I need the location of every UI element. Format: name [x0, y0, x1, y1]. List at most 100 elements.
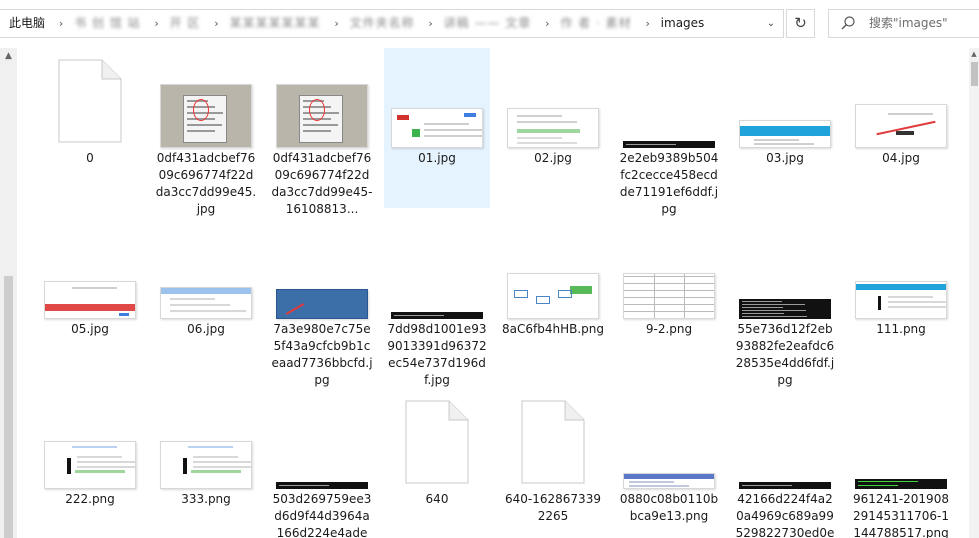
image-thumbnail — [160, 287, 252, 319]
preview-table-rule — [624, 297, 714, 298]
file-item[interactable]: 0df431adcbef7609c696774f22dda3cc7dd99e45… — [153, 48, 259, 216]
preview-line — [517, 137, 562, 139]
nav-pane-scrollbar[interactable]: ▲ — [0, 48, 17, 538]
file-name: 05.jpg — [71, 322, 109, 336]
search-placeholder: 搜索"images" — [869, 16, 948, 30]
scroll-up-icon[interactable]: ▲ — [0, 48, 17, 65]
file-thumbnail — [389, 225, 485, 319]
breadcrumb-separator-icon[interactable]: › — [428, 10, 432, 37]
breadcrumb-separator-icon[interactable]: › — [645, 10, 649, 37]
file-thumbnail — [853, 395, 949, 489]
file-thumbnail — [158, 395, 254, 489]
scroll-up-icon[interactable]: ▲ — [969, 50, 979, 58]
file-thumbnail — [505, 54, 601, 148]
breadcrumb-hidden-segment[interactable]: 某某某某某某某 — [229, 10, 320, 37]
image-thumbnail — [855, 104, 947, 148]
breadcrumb-hidden-segment[interactable]: 开 区 — [170, 10, 201, 37]
file-item[interactable]: 8aC6fb4hHB.png — [500, 219, 606, 379]
preview-line — [628, 481, 674, 483]
file-item[interactable]: 0 — [37, 48, 143, 208]
preview-line — [517, 142, 578, 144]
breadcrumb-current[interactable]: images — [661, 10, 705, 37]
file-item[interactable]: 01.jpg — [384, 48, 490, 208]
file-thumbnail — [389, 54, 485, 148]
preview-line — [76, 461, 135, 463]
file-item[interactable]: 640-1628673392265 — [500, 389, 606, 538]
preview-terminal-line — [742, 307, 783, 308]
content-scrollbar[interactable]: ▲ — [969, 48, 979, 538]
preview-line — [517, 115, 562, 117]
image-thumbnail — [507, 108, 599, 148]
file-name: 06.jpg — [187, 322, 225, 336]
breadcrumb-separator-icon[interactable]: › — [545, 10, 549, 37]
preview-mark — [896, 131, 914, 135]
preview-mark — [183, 458, 187, 474]
preview-bar — [45, 304, 135, 311]
file-item[interactable]: 03.jpg — [732, 48, 838, 208]
refresh-icon[interactable]: ↻ — [786, 9, 815, 38]
file-name: 03.jpg — [766, 151, 804, 165]
preview-node — [570, 286, 592, 294]
preview-node — [558, 290, 572, 298]
scrollbar-thumb[interactable] — [971, 62, 978, 86]
file-item[interactable]: 7dd98d1001e939013391d96372ec54e737d196df… — [384, 219, 490, 387]
image-thumbnail — [739, 482, 831, 489]
file-item[interactable]: 42166d224f4a20a4969c689a99529822730ed0e — [732, 389, 838, 538]
preview-bar — [517, 129, 580, 133]
preview-logo — [397, 115, 409, 120]
preview-mark — [285, 303, 305, 315]
image-thumbnail — [276, 289, 368, 319]
preview-terminal-line — [742, 485, 792, 486]
file-item[interactable]: 111.png — [848, 219, 954, 379]
file-item[interactable]: 04.jpg — [848, 48, 954, 208]
breadcrumb-hidden-segment[interactable]: 文件夹名称 — [350, 10, 415, 37]
file-thumbnail — [42, 225, 138, 319]
file-item[interactable]: 7a3e980e7c75e5f43a9cfcb9b1ceaad7736bbcfd… — [269, 219, 375, 387]
file-item[interactable]: 55e736d12f2eb93882fe2eafdc628535e4dd6fdf… — [732, 219, 838, 387]
file-name: 9-2.png — [645, 322, 693, 336]
address-toolbar: 此电脑 › 书 创 馆 站 › 开 区 › 某某某某某某某 › 文件夹名称 › … — [0, 0, 979, 48]
file-name: 0df431adcbef7609c696774f22dda3cc7dd99e45… — [271, 151, 373, 216]
file-item[interactable]: 9-2.png — [616, 219, 722, 379]
file-thumbnail — [389, 395, 485, 489]
image-thumbnail — [160, 441, 252, 489]
file-item[interactable]: 333.png — [153, 389, 259, 538]
file-item[interactable]: 05.jpg — [37, 219, 143, 379]
breadcrumb-hidden-segment[interactable]: 作 者 · 素材 — [560, 10, 631, 37]
preview-line — [192, 456, 238, 458]
file-name: 222.png — [65, 492, 115, 506]
breadcrumb-separator-icon[interactable]: › — [334, 10, 338, 37]
file-item[interactable]: 503d269759ee3d6d9f44d3964a166d224e4ade — [269, 389, 375, 538]
file-item[interactable]: 0df431adcbef7609c696774f22dda3cc7dd99e45… — [269, 48, 375, 216]
breadcrumb-separator-icon[interactable]: › — [154, 10, 158, 37]
file-item[interactable]: 0880c08b0110bbca9e13.png — [616, 389, 722, 538]
preview-line — [170, 304, 231, 306]
preview-line — [423, 123, 469, 125]
file-item[interactable]: 02.jpg — [500, 48, 606, 208]
file-item[interactable]: 640 — [384, 389, 490, 538]
file-thumbnail — [505, 225, 601, 319]
preview-line — [170, 298, 215, 300]
file-thumbnail — [274, 395, 370, 489]
preview-line — [170, 310, 246, 312]
preview-highlight — [193, 99, 209, 121]
breadcrumb-root[interactable]: 此电脑 — [9, 10, 45, 37]
file-item[interactable]: 06.jpg — [153, 219, 259, 379]
breadcrumb-hidden-segment[interactable]: 书 创 馆 站 — [74, 10, 140, 37]
address-bar[interactable]: 此电脑 › 书 创 馆 站 › 开 区 › 某某某某某某某 › 文件夹名称 › … — [0, 9, 784, 38]
file-name: 8aC6fb4hHB.png — [502, 322, 604, 336]
file-thumbnail — [621, 54, 717, 148]
breadcrumb-hidden-segment[interactable]: 讲稿 —— 文章 — [444, 10, 532, 37]
file-name: 961241-20190829145311706-1144788517.png — [853, 492, 949, 538]
scrollbar-thumb[interactable] — [4, 276, 13, 538]
file-item[interactable]: 222.png — [37, 389, 143, 538]
breadcrumb-separator-icon[interactable]: › — [214, 10, 218, 37]
search-box[interactable]: 搜索"images" — [828, 9, 979, 38]
image-thumbnail — [276, 84, 368, 148]
image-thumbnail — [44, 441, 136, 489]
file-item[interactable]: 961241-20190829145311706-1144788517.png — [848, 389, 954, 538]
file-icon — [521, 400, 585, 484]
breadcrumb-separator-icon[interactable]: › — [59, 10, 63, 37]
file-item[interactable]: 2e2eb9389b504fc2cecce458ecdde71191ef6ddf… — [616, 48, 722, 216]
chevron-down-icon[interactable]: ⌄ — [760, 10, 782, 37]
